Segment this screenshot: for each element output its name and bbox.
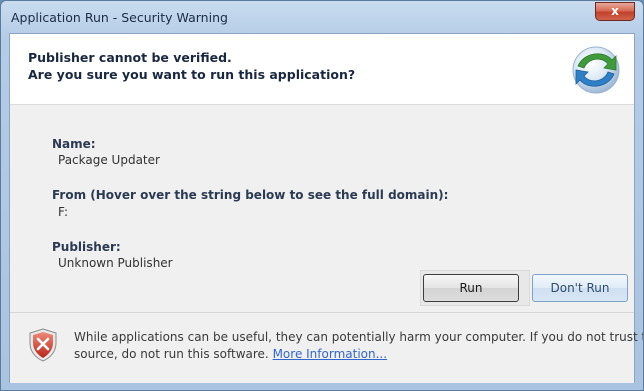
header-warning-question: Are you sure you want to run this applic… [28, 67, 356, 82]
close-icon: x [611, 4, 619, 18]
dialog-footer: While applications can be useful, they c… [10, 312, 643, 383]
dont-run-button[interactable]: Don't Run [532, 274, 628, 302]
name-value: Package Updater [58, 153, 160, 167]
warning-text-line2: source, do not run this software. More I… [74, 347, 387, 361]
shield-error-icon [29, 328, 57, 362]
title-bar[interactable]: Application Run - Security Warning x [1, 1, 643, 33]
dialog-body: Name: Package Updater From (Hover over t… [10, 105, 634, 312]
close-button[interactable]: x [595, 2, 635, 21]
dialog-client-area: Publisher cannot be verified. Are you su… [9, 33, 643, 383]
header-warning-title: Publisher cannot be verified. [28, 50, 232, 65]
publisher-value: Unknown Publisher [58, 256, 173, 270]
globe-arrows-icon [572, 46, 620, 94]
security-warning-window: Application Run - Security Warning x Pub… [0, 0, 644, 391]
run-button[interactable]: Run [423, 274, 519, 302]
warning-text-line1: While applications can be useful, they c… [74, 330, 644, 344]
warning-text-line2-text: source, do not run this software. [74, 347, 269, 361]
name-label: Name: [52, 137, 96, 151]
from-label: From (Hover over the string below to see… [52, 188, 449, 202]
publisher-label: Publisher: [52, 240, 121, 254]
more-information-link[interactable]: More Information... [273, 347, 387, 361]
dialog-header: Publisher cannot be verified. Are you su… [10, 34, 634, 105]
window-title: Application Run - Security Warning [11, 10, 228, 25]
from-value[interactable]: F: [58, 205, 68, 219]
